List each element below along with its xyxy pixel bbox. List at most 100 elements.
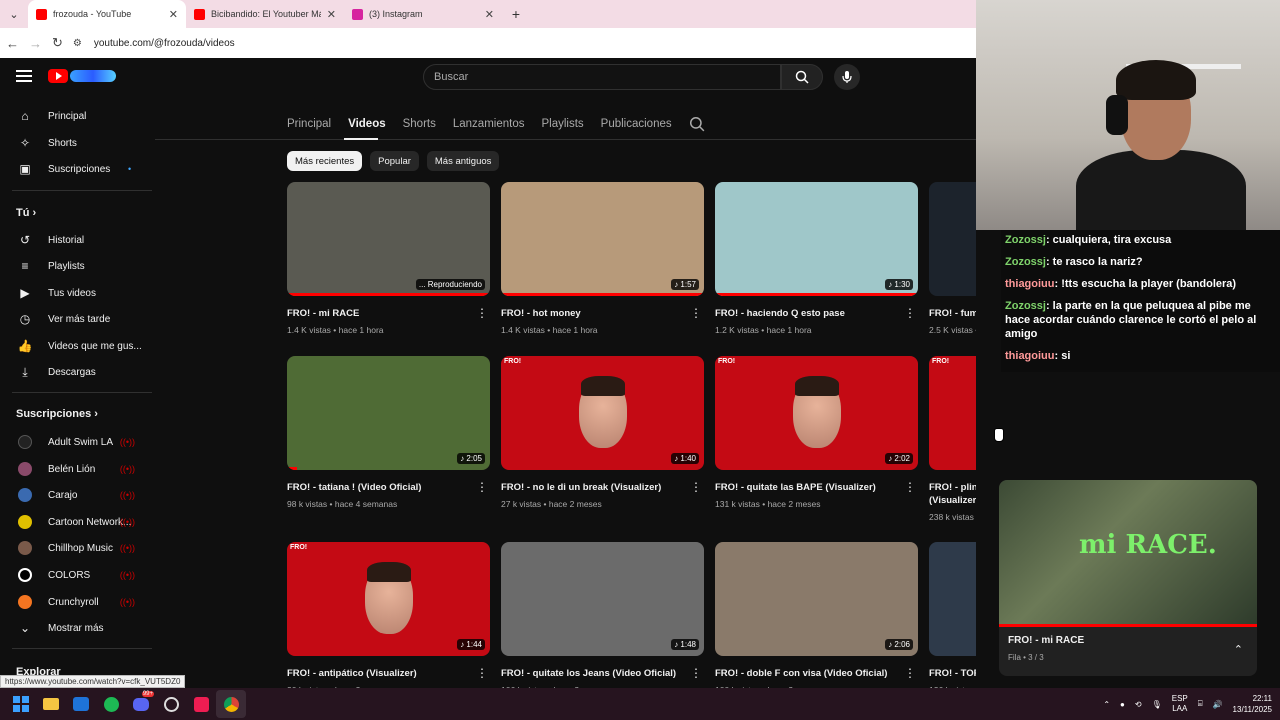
video-title[interactable]: FRO! - doble F con visa (Video Oficial): [715, 667, 900, 680]
chip-oldest[interactable]: Más antiguos: [426, 151, 500, 171]
video-title[interactable]: FRO! - TOP ! (Vid: [929, 667, 976, 680]
video-thumbnail[interactable]: FRO!♪ 2:27: [929, 356, 976, 470]
video-title[interactable]: FRO! - mi RACE: [287, 307, 472, 320]
video-card[interactable]: FRO! ♪ 1:40 FRO! - no le di un break (Visu…: [501, 356, 704, 509]
you-heading[interactable]: Tú ›: [16, 207, 36, 219]
sidebar-item-liked[interactable]: 👍 Videos que me gus...: [0, 334, 155, 358]
reload-icon[interactable]: ↻: [52, 35, 63, 51]
url-field[interactable]: youtube.com/@frozouda/videos: [94, 38, 235, 49]
youtube-logo[interactable]: [48, 68, 116, 84]
chip-recent[interactable]: Más recientes: [287, 151, 363, 171]
tray-app-icon[interactable]: ●: [1120, 700, 1125, 709]
more-actions-icon[interactable]: ⋮: [904, 307, 916, 319]
tray-mic-icon[interactable]: 🎙: [1152, 700, 1162, 709]
search-input[interactable]: Buscar: [423, 64, 781, 90]
video-thumbnail[interactable]: ♪ 1:30: [715, 182, 918, 296]
miniplayer-progress[interactable]: [999, 624, 1257, 627]
browser-tab-bicibandido[interactable]: Bicibandido: El Youtuber Más C ✕: [186, 0, 344, 28]
video-title[interactable]: FRO! - haciendo Q esto pase: [715, 307, 900, 320]
video-title[interactable]: FRO! - quitate las BAPE (Visualizer): [715, 481, 900, 494]
browser-tab-youtube[interactable]: frozouda - YouTube ✕: [28, 0, 186, 28]
video-title[interactable]: FRO! - antipático (Visualizer): [287, 667, 472, 680]
tab-publicaciones[interactable]: Publicaciones: [601, 118, 672, 130]
forward-icon[interactable]: →: [29, 36, 42, 51]
sidebar-item-principal[interactable]: ⌂ Principal: [0, 104, 155, 128]
site-info-icon[interactable]: ⚙: [73, 38, 82, 49]
miniplayer[interactable]: mi RACE. FRO! - mi RACE Fila • 3 / 3 ⌃: [999, 480, 1257, 676]
sub-channel-item[interactable]: Belén Lión ((•)): [0, 457, 155, 481]
new-tab-icon[interactable]: +: [502, 0, 530, 28]
video-thumbnail[interactable]: ♪ 1:57: [501, 182, 704, 296]
sub-channel-item[interactable]: COLORS ((•)): [0, 563, 155, 587]
sub-channel-item[interactable]: Adult Swim LA ((•)): [0, 430, 155, 454]
tiktok-icon[interactable]: [186, 690, 216, 718]
tab-videos[interactable]: Videos: [348, 118, 386, 130]
language-indicator[interactable]: ESP LAA: [1172, 694, 1188, 714]
sidebar-item-playlists[interactable]: ≡ Playlists: [0, 254, 155, 278]
more-actions-icon[interactable]: ⋮: [690, 667, 702, 679]
show-more-button[interactable]: ⌄ Mostrar más: [0, 616, 155, 640]
video-thumbnail[interactable]: FRO! ♪ 1:44: [287, 542, 490, 656]
more-actions-icon[interactable]: ⋮: [476, 307, 488, 319]
sub-channel-item[interactable]: Carajo ((•)): [0, 483, 155, 507]
windows-start-icon[interactable]: [6, 690, 36, 718]
video-card[interactable]: FRO! - TOP ! (Vid126 k vistas • hace 4 m…: [929, 542, 976, 688]
tab-shorts[interactable]: Shorts: [403, 118, 436, 130]
discord-icon[interactable]: 99+: [126, 690, 156, 718]
video-card[interactable]: ... Reproduciendo FRO! - mi RACE 1.4 K vis…: [287, 182, 490, 335]
video-thumbnail[interactable]: ... Reproduciendo: [287, 182, 490, 296]
chrome-icon[interactable]: [216, 690, 246, 718]
more-actions-icon[interactable]: ⋮: [476, 481, 488, 493]
menu-icon[interactable]: [16, 70, 32, 82]
video-title[interactable]: FRO! - plinko ft C (Visualizer): [929, 481, 976, 507]
sidebar-item-tus-videos[interactable]: ▶ Tus videos: [0, 281, 155, 305]
video-card[interactable]: FRO! - fumamos una ZAZA 2.5 K vistas • ha…: [929, 182, 976, 335]
video-card[interactable]: ♪ 2:06 FRO! - doble F con visa (Video Ofi…: [715, 542, 918, 688]
tab-playlists[interactable]: Playlists: [541, 118, 583, 130]
tab-search-icon[interactable]: ⌄: [0, 0, 28, 28]
chip-popular[interactable]: Popular: [370, 151, 419, 171]
video-thumbnail[interactable]: ♪ 2:06: [715, 542, 918, 656]
subscriptions-heading[interactable]: Suscripciones ›: [16, 408, 98, 420]
sidebar-item-shorts[interactable]: ✧ Shorts: [0, 131, 155, 155]
obs-icon[interactable]: [156, 690, 186, 718]
video-card[interactable]: FRO! ♪ 2:02 FRO! - quitate las BAPE (Visua…: [715, 356, 918, 509]
more-actions-icon[interactable]: ⋮: [904, 481, 916, 493]
video-card[interactable]: ♪ 2:05 FRO! - tatiana ! (Video Oficial) 98…: [287, 356, 490, 509]
sub-channel-item[interactable]: Crunchyroll ((•)): [0, 590, 155, 614]
sidebar-item-ver-mas-tarde[interactable]: ◷ Ver más tarde: [0, 307, 155, 331]
video-title[interactable]: FRO! - no le di un break (Visualizer): [501, 481, 686, 494]
tab-lanzamientos[interactable]: Lanzamientos: [453, 118, 525, 130]
sidebar-item-historial[interactable]: ↺ Historial: [0, 228, 155, 252]
video-card[interactable]: ♪ 1:30 FRO! - haciendo Q esto pase 1.2 K v…: [715, 182, 918, 335]
video-card[interactable]: FRO!♪ 2:27 FRO! - plinko ft C (Visualizer)…: [929, 356, 976, 522]
video-title[interactable]: FRO! - tatiana ! (Video Oficial): [287, 481, 472, 494]
video-thumbnail[interactable]: FRO! ♪ 2:02: [715, 356, 918, 470]
sidebar-item-descargas[interactable]: ⤓ Descargas: [0, 360, 155, 384]
sub-channel-item[interactable]: Cartoon Network... ((•)): [0, 510, 155, 534]
video-thumbnail[interactable]: [929, 542, 976, 656]
video-thumbnail[interactable]: ♪ 2:05: [287, 356, 490, 470]
file-explorer-icon[interactable]: [36, 690, 66, 718]
browser-tab-instagram[interactable]: (3) Instagram ✕: [344, 0, 502, 28]
video-thumbnail[interactable]: FRO! ♪ 1:40: [501, 356, 704, 470]
video-title[interactable]: FRO! - hot money: [501, 307, 686, 320]
close-tab-icon[interactable]: ✕: [169, 8, 178, 21]
close-tab-icon[interactable]: ✕: [327, 8, 336, 21]
more-actions-icon[interactable]: ⋮: [690, 307, 702, 319]
more-actions-icon[interactable]: ⋮: [476, 667, 488, 679]
channel-search-icon[interactable]: [689, 116, 705, 132]
video-card[interactable]: ♪ 1:48 FRO! - quitate los Jeans (Video Of…: [501, 542, 704, 688]
tab-principal[interactable]: Principal: [287, 118, 331, 130]
back-icon[interactable]: ←: [6, 36, 19, 51]
spotify-icon[interactable]: [96, 690, 126, 718]
outlook-icon[interactable]: [66, 690, 96, 718]
voice-search-button[interactable]: [834, 64, 860, 90]
more-actions-icon[interactable]: ⋮: [690, 481, 702, 493]
tray-sync-icon[interactable]: ⟲: [1135, 700, 1142, 709]
clock[interactable]: 22:11 13/11/2025: [1233, 693, 1272, 715]
video-thumbnail[interactable]: ♪ 1:48: [501, 542, 704, 656]
video-card[interactable]: ♪ 1:57 FRO! - hot money 1.4 K vistas • hac…: [501, 182, 704, 335]
expand-queue-icon[interactable]: ⌃: [1234, 643, 1243, 656]
search-button[interactable]: [781, 64, 823, 90]
